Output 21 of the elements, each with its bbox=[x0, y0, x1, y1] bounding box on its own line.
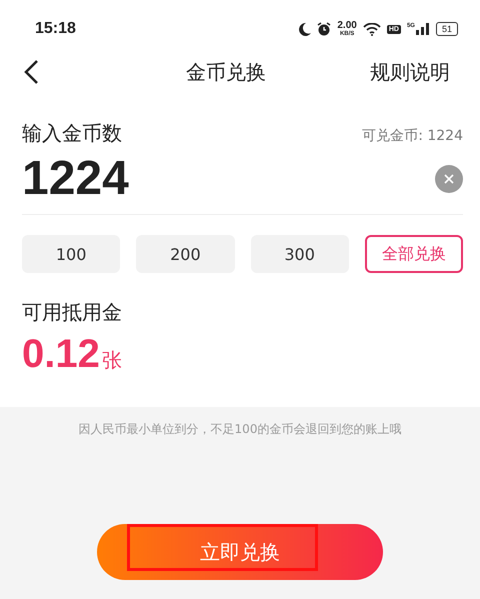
status-time: 15:18 bbox=[35, 20, 76, 38]
wifi-icon bbox=[362, 22, 381, 36]
amount-chip[interactable]: 全部兑换 bbox=[364, 235, 463, 273]
clear-icon[interactable] bbox=[435, 164, 463, 192]
voucher-amount: 0.12 bbox=[22, 332, 100, 377]
result-label: 可用抵用金 bbox=[22, 299, 123, 326]
moon-icon bbox=[299, 22, 312, 36]
page-title: 金币兑换 bbox=[185, 58, 267, 86]
amount-chip[interactable]: 300 bbox=[250, 235, 349, 273]
voucher-unit: 张 bbox=[102, 347, 122, 374]
alarm-icon bbox=[317, 22, 332, 36]
speed-value: 2.00 bbox=[337, 21, 357, 31]
amount-chip[interactable]: 100 bbox=[22, 235, 120, 273]
rules-link[interactable]: 规则说明 bbox=[370, 58, 450, 86]
battery-level: 51 bbox=[436, 22, 458, 36]
available-coins: 可兑金币: 1224 bbox=[362, 127, 463, 145]
signal-icon bbox=[416, 23, 430, 35]
amount-chip[interactable]: 200 bbox=[136, 235, 234, 273]
coin-amount-field[interactable]: 1224 bbox=[22, 151, 129, 206]
hint-text: 因人民币最小单位到分，不足100的金币会退回到您的账上哦 bbox=[78, 421, 402, 438]
input-label: 输入金币数 bbox=[22, 120, 122, 147]
